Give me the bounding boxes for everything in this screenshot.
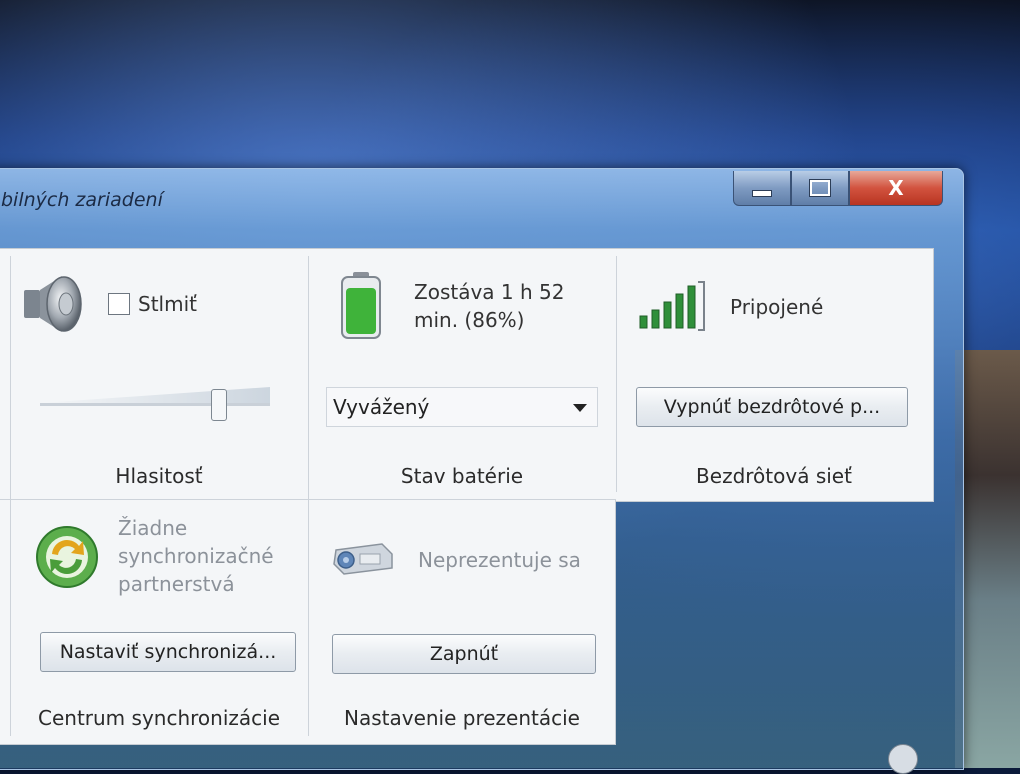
sync-caption: Centrum synchronizácie bbox=[38, 706, 280, 730]
speaker-icon bbox=[24, 276, 82, 332]
volume-slider-track bbox=[40, 403, 270, 406]
tile-divider bbox=[308, 256, 309, 736]
maximize-icon bbox=[810, 180, 830, 196]
volume-slider-ticks bbox=[40, 387, 270, 403]
battery-icon bbox=[341, 272, 381, 339]
volume-slider-thumb[interactable] bbox=[211, 389, 227, 421]
mute-checkbox[interactable] bbox=[108, 293, 130, 315]
wireless-toggle-button[interactable]: Vypnúť bezdrôtové p... bbox=[636, 387, 908, 427]
desktop-background-right bbox=[955, 350, 1020, 768]
maximize-button[interactable] bbox=[791, 171, 849, 206]
sync-status: Žiadne synchronizačné partnerstvá bbox=[118, 516, 274, 596]
window-title: bilných zariadení bbox=[1, 189, 163, 211]
projector-icon bbox=[333, 543, 393, 575]
presentation-enable-button[interactable]: Zapnúť bbox=[332, 634, 596, 674]
presentation-caption: Nastavenie prezentácie bbox=[344, 706, 580, 730]
close-icon: X bbox=[888, 176, 904, 200]
help-icon[interactable] bbox=[888, 744, 918, 774]
wifi-signal-icon bbox=[639, 281, 705, 331]
wireless-status: Pripojené bbox=[730, 295, 824, 319]
volume-slider[interactable] bbox=[40, 383, 270, 423]
volume-caption: Hlasitosť bbox=[115, 464, 203, 488]
tile-divider bbox=[10, 256, 11, 736]
presentation-status: Neprezentuje sa bbox=[418, 548, 581, 572]
sync-icon bbox=[36, 526, 98, 588]
mute-label: Stlmiť bbox=[138, 292, 197, 316]
sync-setup-button[interactable]: Nastaviť synchronizá... bbox=[40, 632, 296, 672]
chevron-down-icon bbox=[573, 404, 587, 412]
wireless-caption: Bezdrôtová sieť bbox=[696, 464, 852, 488]
tile-divider bbox=[616, 256, 617, 492]
battery-caption: Stav batérie bbox=[400, 464, 524, 488]
close-button[interactable]: X bbox=[849, 171, 943, 206]
minimize-button[interactable] bbox=[733, 171, 791, 206]
power-plan-dropdown[interactable]: Vyvážený bbox=[326, 387, 598, 427]
caption-buttons: X bbox=[733, 169, 943, 209]
power-plan-value: Vyvážený bbox=[333, 395, 430, 419]
battery-status: Zostáva 1 h 52 min. (86%) bbox=[414, 280, 565, 332]
row-divider bbox=[0, 499, 616, 500]
minimize-icon bbox=[752, 189, 772, 197]
